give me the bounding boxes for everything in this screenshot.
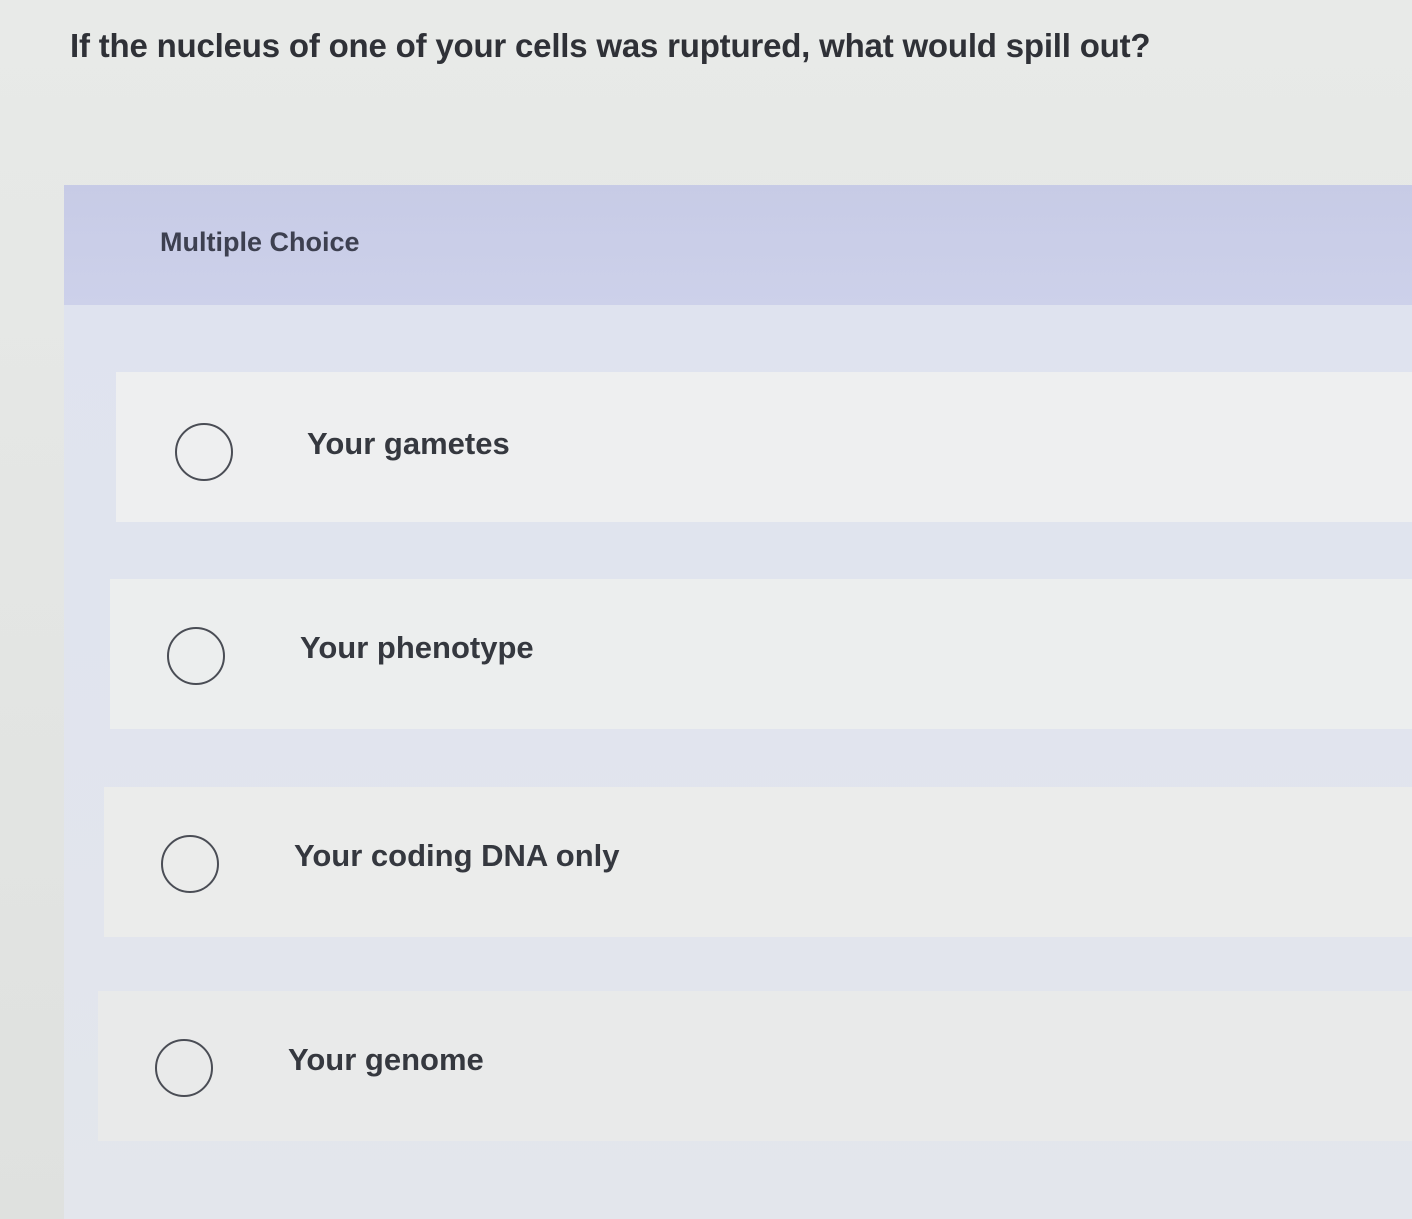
multiple-choice-header: Multiple Choice: [64, 185, 1412, 305]
multiple-choice-panel: Multiple Choice Your gametes Your phenot…: [64, 185, 1412, 1219]
radio-button-icon[interactable]: [155, 1039, 213, 1097]
radio-button-icon[interactable]: [175, 423, 233, 481]
answer-option-label: Your phenotype: [300, 630, 534, 665]
answer-option-label: Your genome: [288, 1042, 484, 1077]
radio-button-icon[interactable]: [161, 835, 219, 893]
question-text: If the nucleus of one of your cells was …: [70, 27, 1151, 64]
answer-option-your-coding-dna-only[interactable]: Your coding DNA only: [104, 787, 1412, 937]
answer-option-your-gametes[interactable]: Your gametes: [116, 372, 1412, 522]
answer-option-your-phenotype[interactable]: Your phenotype: [110, 579, 1412, 729]
answer-options: Your gametes Your phenotype Your coding …: [64, 305, 1412, 1219]
answer-option-label: Your coding DNA only: [294, 838, 620, 873]
answer-option-label: Your gametes: [307, 426, 510, 461]
radio-button-icon[interactable]: [167, 627, 225, 685]
answer-option-your-genome[interactable]: Your genome: [98, 991, 1412, 1141]
multiple-choice-title: Multiple Choice: [160, 227, 360, 257]
